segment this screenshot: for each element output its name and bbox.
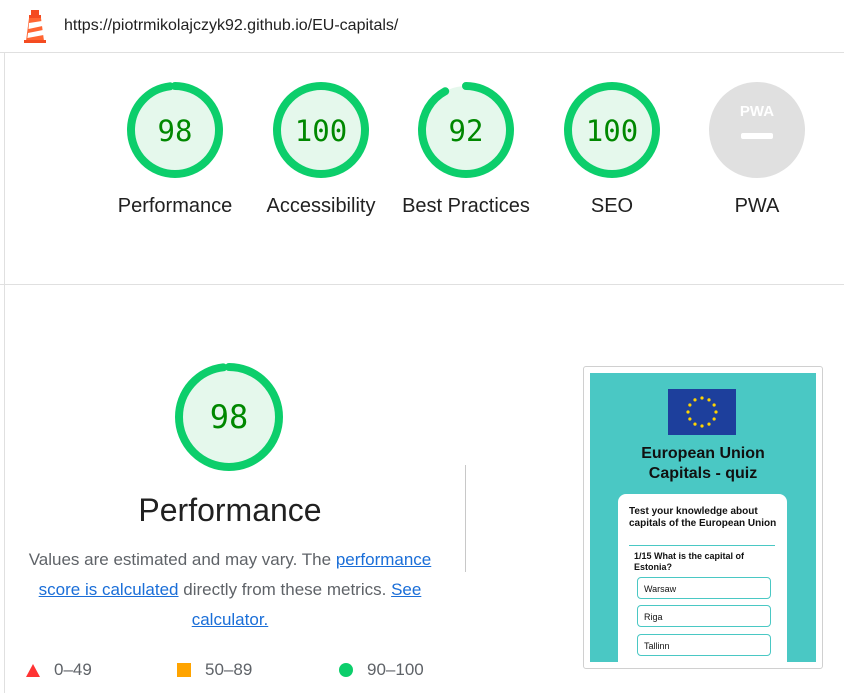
divider [629,545,775,546]
eu-flag-icon [668,389,736,435]
description-text: directly from these metrics. [178,580,392,599]
gauge-ring: 98 [127,82,223,178]
screenshot-content: European Union Capitals - quiz Test your… [590,373,816,662]
page-url[interactable]: https://piotrmikolajczyk92.github.io/EU-… [64,17,398,35]
description-text: Values are estimated and may vary. The [28,550,336,569]
legend-average: 50–89 [177,660,252,680]
legend-label: 90–100 [367,660,424,679]
star-icon [693,422,697,426]
answer-option: Riga [637,605,771,627]
gauge-label: Accessibility [266,195,376,217]
legend-label: 50–89 [205,660,253,679]
gauge-performance[interactable]: 98 Performance [110,80,240,221]
gauge-score: 92 [449,114,484,148]
star-icon [712,417,716,421]
performance-score: 98 [210,398,249,436]
page-screenshot[interactable]: European Union Capitals - quiz Test your… [583,366,823,669]
divider [465,465,466,572]
gauge-ring: 100 [273,82,369,178]
star-icon [688,417,692,421]
answer-option: Warsaw [637,577,771,599]
star-icon [688,403,692,407]
pwa-icon: PWA [709,82,805,178]
star-icon [686,410,690,414]
gauge-label: SEO [590,195,634,217]
report-header: https://piotrmikolajczyk92.github.io/EU-… [0,0,844,53]
gauge-label: Best Practices [402,195,530,217]
gauge-label: Performance [117,195,233,217]
gauge-ring: 92 [418,82,514,178]
score-gauges: 98 Performance 100 Accessibility 92 Best… [0,52,844,285]
gauge-score: 98 [158,114,193,148]
pwa-badge: PWA [740,103,774,120]
square-icon [177,663,191,677]
gauge-seo[interactable]: 100 SEO [547,80,677,221]
lighthouse-icon [24,10,46,43]
quiz-title: European Union Capitals - quiz [590,444,816,484]
legend-pass: 90–100 [339,660,424,680]
performance-gauge: 98 [175,363,283,471]
legend-fail: 0–49 [26,660,92,680]
answer-option: Tallinn [637,634,771,656]
quiz-title-line: European Union [641,445,765,462]
performance-description: Values are estimated and may vary. The p… [20,545,440,635]
gauge-ring: 100 [564,82,660,178]
quiz-title-line: Capitals - quiz [648,465,758,482]
gauge-score: 100 [295,114,347,148]
star-icon [700,424,704,428]
star-icon [714,410,718,414]
gauge-accessibility[interactable]: 100 Accessibility [256,80,386,221]
star-icon [712,403,716,407]
quiz-intro: Test your knowledge about capitals of th… [629,506,777,529]
star-icon [707,398,711,402]
gauge-best-practices[interactable]: 92 Best Practices [401,80,531,221]
performance-title: Performance [138,492,322,528]
star-icon [707,422,711,426]
gauge-label: PWA [734,195,780,217]
gauge-score: 100 [586,114,638,148]
legend-label: 0–49 [54,660,92,679]
star-icon [693,398,697,402]
quiz-question: 1/15 What is the capital of Estonia? [634,551,745,572]
star-icon [700,396,704,400]
circle-icon [339,663,353,677]
quiz-card: Test your knowledge about capitals of th… [618,494,787,662]
gauge-pwa[interactable]: PWA PWA [692,80,822,221]
triangle-icon [26,663,40,677]
